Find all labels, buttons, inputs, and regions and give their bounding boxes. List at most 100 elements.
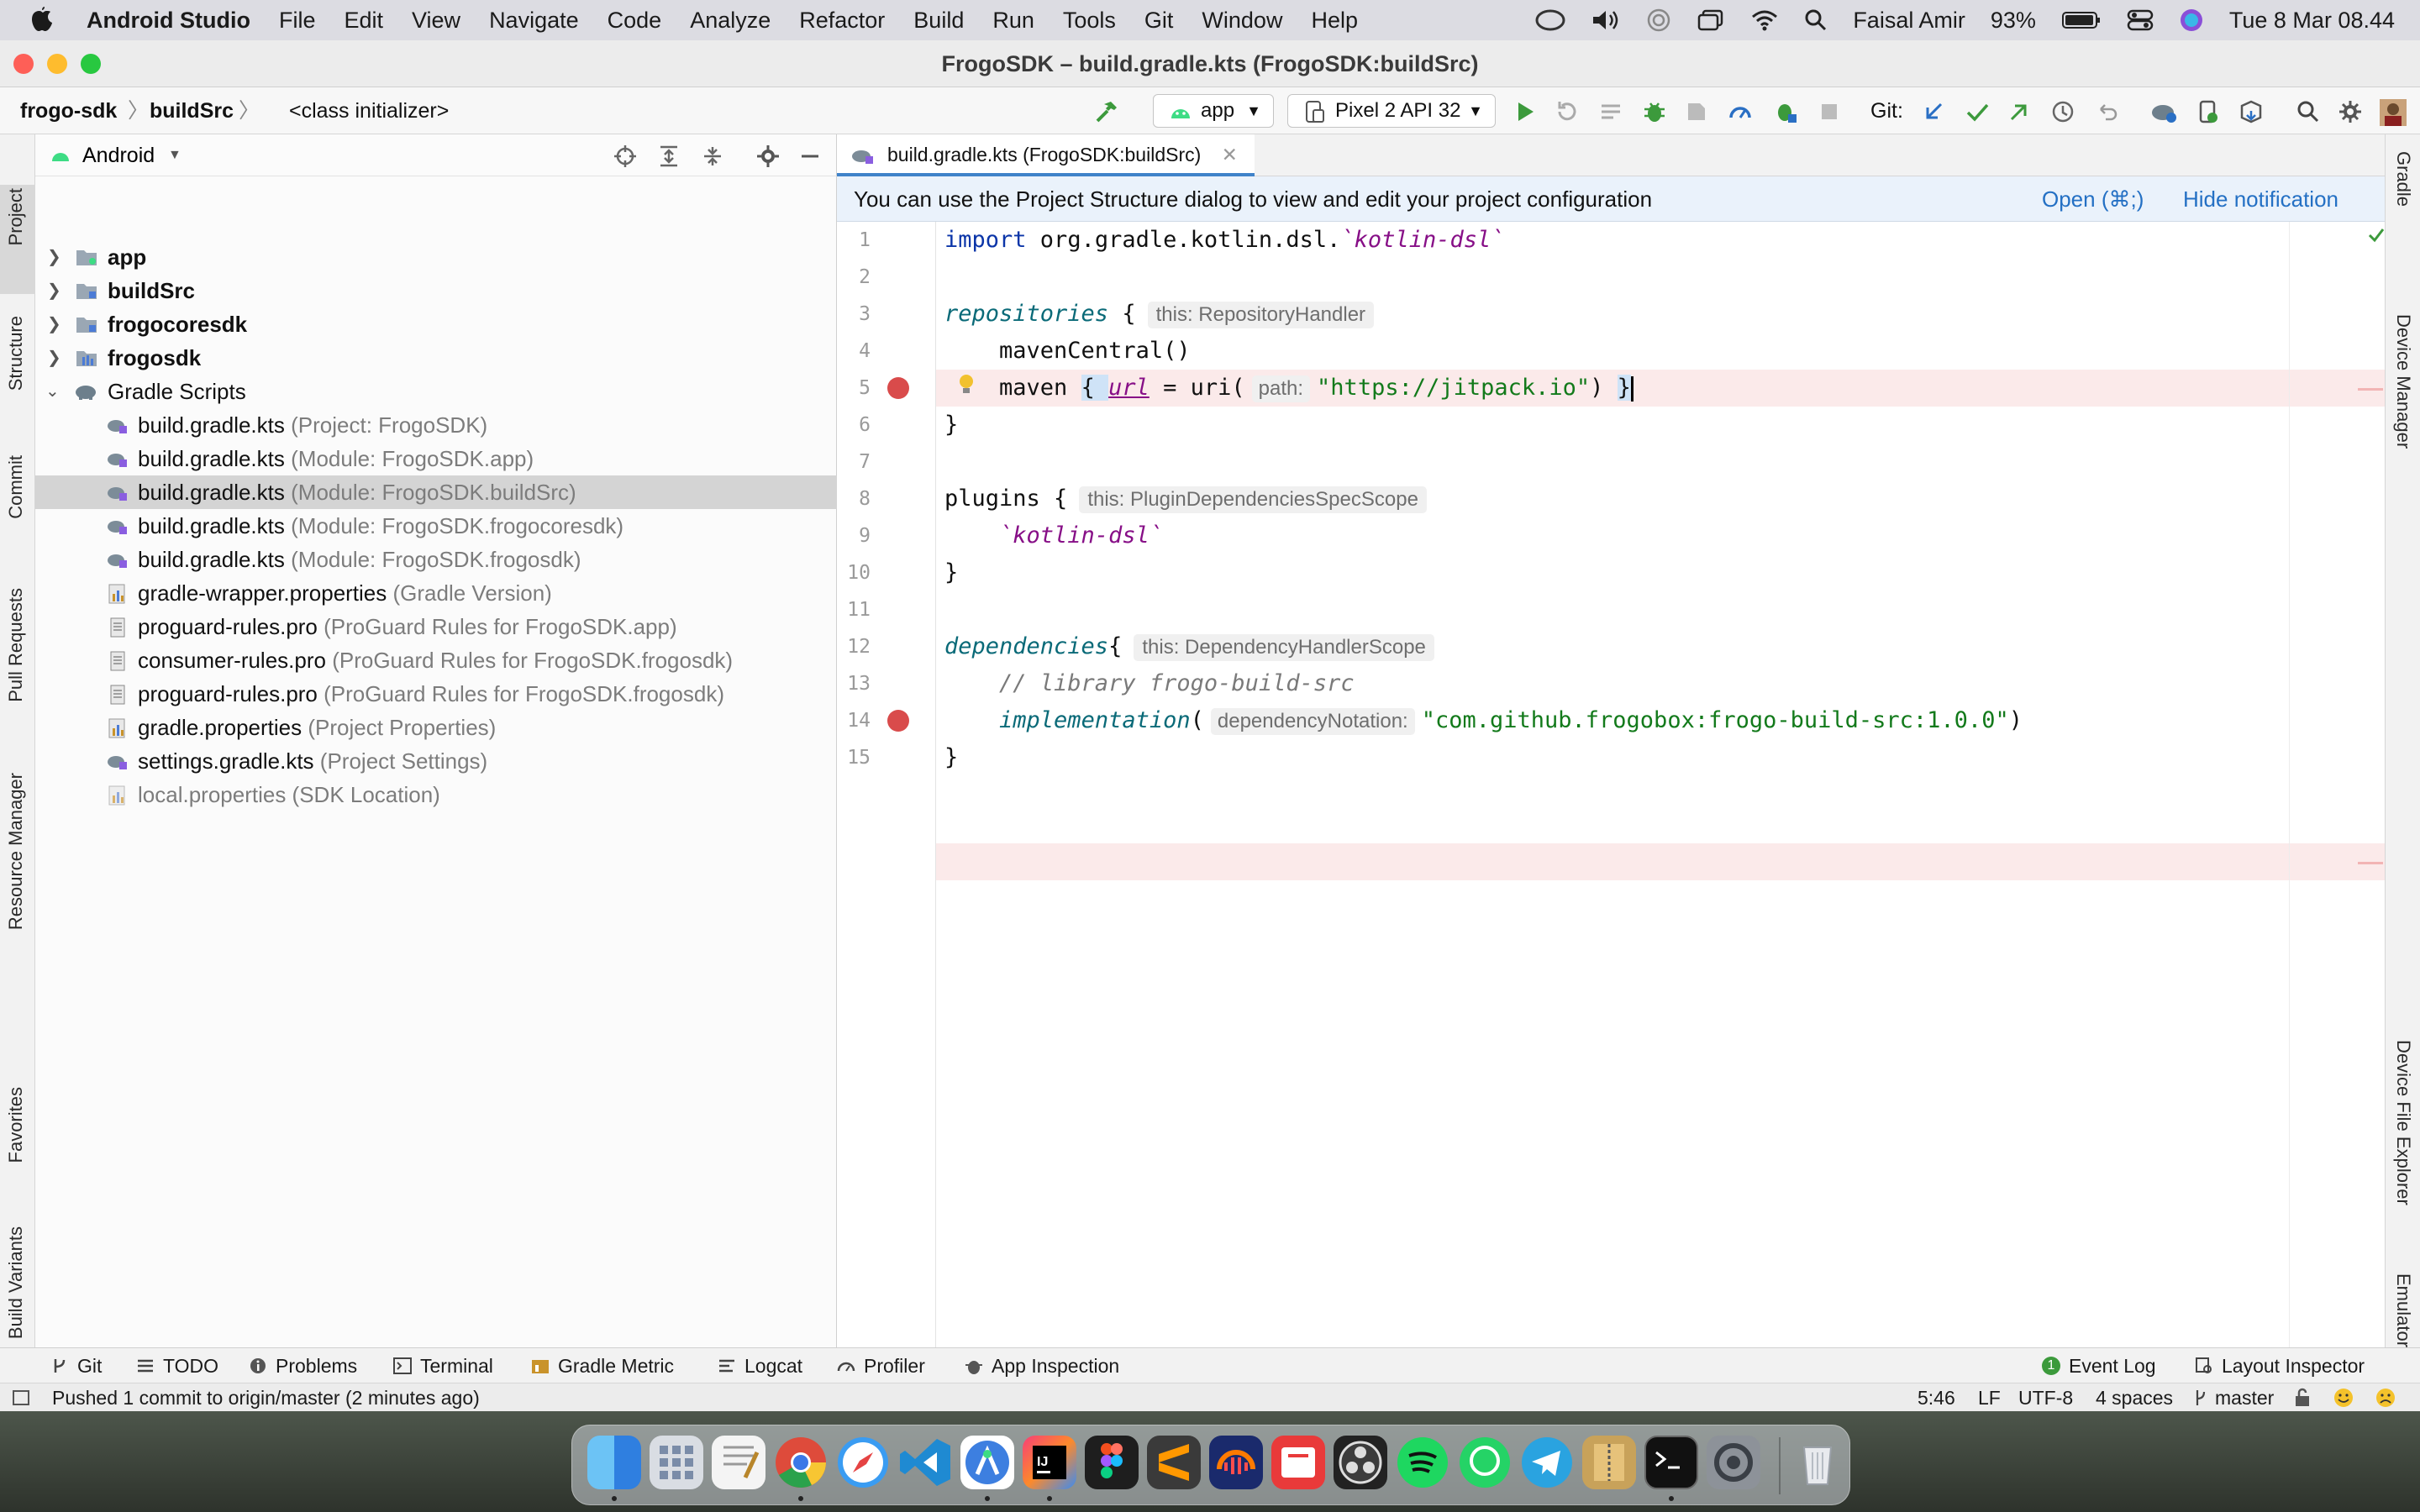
menu-app-name[interactable]: Android Studio	[68, 8, 265, 34]
tab-emulator[interactable]: Emulator	[2392, 1273, 2414, 1347]
project-view-select[interactable]: Android	[82, 134, 155, 176]
intellij-icon[interactable]: IJ	[1023, 1436, 1076, 1489]
tree-item-file[interactable]: build.gradle.kts (Module: FrogoSDK.frogo…	[35, 509, 837, 543]
gradle-sync-icon[interactable]	[2149, 99, 2176, 124]
tab-project[interactable]: Project	[5, 188, 27, 245]
terminal-icon[interactable]	[1644, 1436, 1698, 1489]
tree-item-file[interactable]: gradle-wrapper.properties (Gradle Versio…	[35, 576, 837, 610]
tab-structure[interactable]: Structure	[5, 316, 27, 391]
trash-icon[interactable]	[1791, 1436, 1844, 1489]
chrome-icon[interactable]	[774, 1436, 828, 1489]
stop-icon[interactable]	[1817, 99, 1842, 124]
menu-file[interactable]: File	[265, 8, 330, 34]
status-message[interactable]: Pushed 1 commit to origin/master (2 minu…	[52, 1383, 480, 1412]
debug-icon[interactable]	[1642, 99, 1667, 124]
tab-build-variants[interactable]: Build Variants	[5, 1226, 27, 1339]
tab-profiler[interactable]: Profiler	[837, 1348, 925, 1383]
menu-window[interactable]: Window	[1187, 8, 1297, 34]
tree-item-file[interactable]: build.gradle.kts (Project: FrogoSDK)	[35, 408, 837, 442]
control-center-icon[interactable]	[2127, 8, 2154, 32]
apple-icon[interactable]	[0, 7, 68, 34]
chevron-down-icon[interactable]: ⌄	[45, 375, 64, 408]
menu-run[interactable]: Run	[978, 8, 1049, 34]
tab-git[interactable]: Git	[50, 1348, 102, 1383]
hide-panel-icon[interactable]	[798, 144, 822, 168]
run-config-select[interactable]: app ▼	[1153, 94, 1274, 128]
tree-item-buildsrc[interactable]: ❯ buildSrc	[35, 274, 837, 307]
tab-logcat[interactable]: Logcat	[718, 1348, 802, 1383]
screen-mirroring-icon[interactable]	[1697, 8, 1725, 32]
caret-position[interactable]: 5:46	[1918, 1383, 1955, 1412]
siri-icon[interactable]	[2179, 8, 2204, 33]
device-select[interactable]: Pixel 2 API 32 ▼	[1287, 94, 1496, 128]
run-icon[interactable]	[1512, 99, 1538, 124]
minimize-window-button[interactable]	[47, 54, 67, 74]
volume-icon[interactable]	[1591, 8, 1621, 32]
menu-refactor[interactable]: Refactor	[785, 8, 899, 34]
tab-favorites[interactable]: Favorites	[5, 1087, 27, 1163]
telegram-icon[interactable]	[1520, 1436, 1574, 1489]
search-icon[interactable]	[2296, 99, 2321, 124]
tree-item-app[interactable]: ❯ app	[35, 240, 837, 274]
spotify-icon[interactable]	[1396, 1436, 1449, 1489]
chevron-right-icon[interactable]: ❯	[47, 240, 66, 274]
menu-analyze[interactable]: Analyze	[676, 8, 785, 34]
menu-navigate[interactable]: Navigate	[475, 8, 593, 34]
git-history-icon[interactable]	[2050, 99, 2075, 124]
chevron-right-icon[interactable]: ❯	[47, 274, 66, 307]
chevron-right-icon[interactable]: ❯	[47, 341, 66, 375]
whatsapp-icon[interactable]	[1458, 1436, 1512, 1489]
avatar[interactable]	[2380, 99, 2407, 126]
system-preferences-icon[interactable]	[1707, 1436, 1760, 1489]
close-tab-icon[interactable]: ✕	[1222, 144, 1238, 165]
expand-all-icon[interactable]	[657, 144, 681, 168]
hide-notification-link[interactable]: Hide notification	[2183, 176, 2338, 222]
spotlight-icon[interactable]	[1804, 8, 1828, 32]
tree-item-file[interactable]: gradle.properties (Project Properties)	[35, 711, 837, 744]
chevron-down-icon[interactable]: ▼	[168, 134, 182, 176]
tab-problems[interactable]: Problems	[249, 1348, 357, 1383]
run-with-coverage-icon[interactable]	[1684, 99, 1709, 124]
file-encoding[interactable]: UTF-8	[2018, 1383, 2073, 1412]
git-commit-icon[interactable]	[1965, 99, 1990, 124]
profile-icon[interactable]	[1728, 99, 1753, 124]
launchpad-icon[interactable]	[650, 1436, 703, 1489]
indent-setting[interactable]: 4 spaces	[2096, 1383, 2173, 1412]
make-project-hammer-icon[interactable]	[1094, 99, 1119, 124]
textedit-icon[interactable]	[712, 1436, 765, 1489]
obs-icon[interactable]	[1334, 1436, 1387, 1489]
breadcrumb-member[interactable]: <class initializer>	[289, 87, 449, 134]
close-window-button[interactable]	[13, 54, 34, 74]
gear-icon[interactable]	[756, 144, 780, 168]
tab-event-log[interactable]: 1 Event Log	[2042, 1348, 2156, 1383]
sdk-manager-icon[interactable]	[2238, 99, 2264, 124]
attach-debugger-icon[interactable]	[1773, 99, 1798, 124]
audacity-icon[interactable]	[1209, 1436, 1263, 1489]
menubar-datetime[interactable]: Tue 8 Mar 08.44	[2229, 8, 2395, 34]
tab-pull-requests[interactable]: Pull Requests	[5, 588, 27, 702]
tab-gradle-metric[interactable]: Gradle Metric	[531, 1348, 674, 1383]
tree-item-file[interactable]: consumer-rules.pro (ProGuard Rules for F…	[35, 643, 837, 677]
git-push-icon[interactable]	[2007, 99, 2032, 124]
tab-app-inspection[interactable]: App Inspection	[965, 1348, 1119, 1383]
safari-icon[interactable]	[836, 1436, 890, 1489]
device-manager-icon[interactable]	[2195, 99, 2220, 124]
git-branch[interactable]: master	[2215, 1383, 2274, 1412]
airdrop-icon[interactable]	[1646, 8, 1671, 33]
archive-utility-icon[interactable]	[1582, 1436, 1636, 1489]
apply-changes-icon[interactable]	[1555, 99, 1580, 124]
tree-item-frogocoresdk[interactable]: ❯ frogocoresdk	[35, 307, 837, 341]
git-rollback-icon[interactable]	[2094, 99, 2119, 124]
creative-cloud-icon[interactable]	[1535, 8, 1565, 32]
tree-item-frogosdk[interactable]: ❯ frogosdk	[35, 341, 837, 375]
figma-icon[interactable]	[1085, 1436, 1139, 1489]
anydo-icon[interactable]	[1271, 1436, 1325, 1489]
tree-item-file[interactable]: proguard-rules.pro (ProGuard Rules for F…	[35, 677, 837, 711]
breadcrumb-project[interactable]: frogo-sdk	[20, 87, 117, 134]
tab-gradle[interactable]: Gradle	[2392, 151, 2414, 207]
tab-device-manager[interactable]: Device Manager	[2392, 314, 2414, 449]
menu-build[interactable]: Build	[899, 8, 978, 34]
menu-view[interactable]: View	[397, 8, 475, 34]
menu-code[interactable]: Code	[593, 8, 676, 34]
zoom-window-button[interactable]	[81, 54, 101, 74]
